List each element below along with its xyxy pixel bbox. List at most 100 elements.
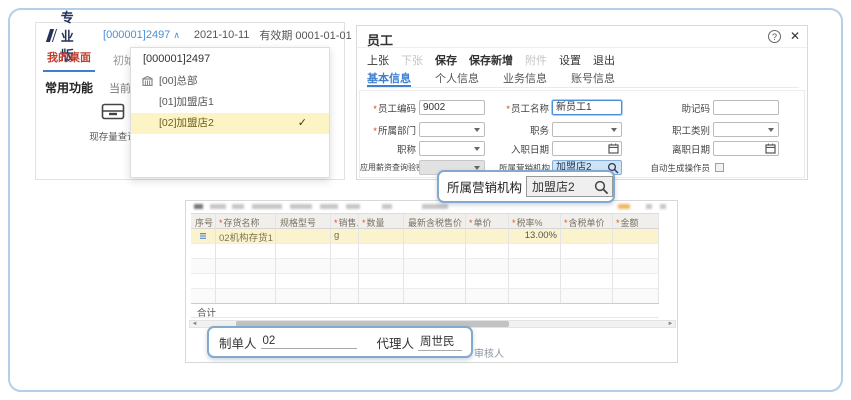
app-screenshot: 专业版 [000001]2497∧ 2021-10-11 有效期 0001-01…: [0, 0, 851, 400]
callout-agent-value[interactable]: 周世民: [418, 333, 462, 351]
building-icon: [142, 76, 153, 86]
chevron-down-icon: [474, 128, 480, 132]
org-dropdown-header: [000001]2497: [131, 48, 329, 71]
cell-unit-price[interactable]: [466, 229, 509, 244]
emp-name-input[interactable]: 新员工1: [552, 100, 622, 115]
cell-sales-unit[interactable]: g: [331, 229, 359, 244]
callout-agent-label: 代理人: [377, 333, 415, 352]
leave-date-label: 离职日期: [638, 142, 710, 156]
col-tax-rate: *税率%: [509, 214, 561, 229]
calendar-icon: [765, 143, 776, 154]
cell-tax-price[interactable]: [561, 229, 613, 244]
salary-query-label: 应用薪资查询验密: [360, 162, 416, 173]
chevron-down-icon: [611, 128, 617, 132]
col-qty: *数量: [359, 214, 404, 229]
mnemonic-label: 助记码: [638, 101, 710, 115]
employee-tabs: 基本信息 个人信息 业务信息 账号信息: [367, 70, 799, 88]
auto-operator-checkbox[interactable]: [715, 163, 724, 172]
auto-operator-label: 自动生成操作员: [638, 162, 710, 174]
zoom-callout-marketing-org: 所属营销机构 加盟店2: [437, 170, 615, 203]
employee-titlebar: 员工 ? ✕: [357, 26, 807, 48]
check-icon: ✓: [298, 113, 307, 134]
table-row[interactable]: [191, 274, 659, 289]
account-code: [000001]2497: [103, 29, 170, 41]
employee-window: 员工 ? ✕ 上张 下张 保存 保存新增 附件 设置 退出 基本信息 个人信息 …: [356, 25, 808, 180]
callout-maker-label: 制单人: [219, 333, 257, 352]
app-header: 专业版 [000001]2497∧ 2021-10-11 有效期 0001-01…: [36, 23, 344, 47]
settings-button[interactable]: 设置: [559, 52, 581, 68]
job-title-select[interactable]: [419, 141, 485, 156]
account-switcher[interactable]: [000001]2497∧: [103, 29, 180, 41]
tab-my-desktop[interactable]: 我的桌面: [43, 49, 95, 72]
total-row: 合计: [191, 303, 659, 318]
close-icon[interactable]: ✕: [790, 29, 800, 43]
col-amount: *金额: [613, 214, 659, 229]
table-row[interactable]: [191, 289, 659, 304]
calendar-icon: [608, 143, 619, 154]
cell-qty[interactable]: [359, 229, 404, 244]
table-row-selected[interactable]: ≣ 02机构存货1 g 13.00%: [191, 229, 659, 244]
hire-date-input[interactable]: [552, 141, 622, 156]
emp-name-label: *员工名称: [499, 101, 549, 115]
emp-type-label: 职工类别: [638, 123, 710, 137]
tab-personal-info[interactable]: 个人信息: [435, 70, 479, 87]
help-icon[interactable]: ?: [768, 30, 781, 43]
window-title: 员工: [367, 30, 393, 49]
exit-button[interactable]: 退出: [593, 52, 615, 68]
leave-date-input[interactable]: [713, 141, 779, 156]
col-sales-unit: *销售...: [331, 214, 359, 229]
mnemonic-input[interactable]: [713, 100, 779, 115]
col-unit-price: *单价: [466, 214, 509, 229]
items-table: 序号 *存货名称 规格型号 *销售... *数量 最新含税售价 *单价 *税率%…: [191, 213, 659, 304]
table-row[interactable]: [191, 259, 659, 274]
callout-maker-value[interactable]: 02: [261, 335, 357, 349]
login-date: 2021-10-11: [194, 29, 249, 41]
chevron-down-icon: [474, 147, 480, 151]
dept-label: *所属部门: [360, 123, 416, 137]
callout-org-input[interactable]: 加盟店2: [526, 176, 613, 197]
emp-type-select[interactable]: [713, 122, 779, 137]
row-marker-icon: ≣: [191, 229, 216, 244]
tab-account-info[interactable]: 账号信息: [571, 70, 615, 87]
org-dropdown-menu: [000001]2497 [00]总部 [01]加盟店1 [02]加盟店2 ✓: [130, 47, 330, 178]
scroll-left-icon[interactable]: ◄: [190, 321, 199, 327]
duty-label: 职务: [499, 123, 549, 137]
emp-code-label: *员工编码: [360, 101, 416, 115]
org-item-store2[interactable]: [02]加盟店2 ✓: [131, 113, 329, 134]
hire-date-label: 入职日期: [499, 142, 549, 156]
job-title-label: 职称: [360, 142, 416, 156]
tab-basic-info[interactable]: 基本信息: [367, 70, 411, 87]
chevron-down-icon: [768, 128, 774, 132]
cell-spec[interactable]: [276, 229, 331, 244]
org-item-headquarters[interactable]: [00]总部: [131, 71, 329, 92]
cell-item-name[interactable]: 02机构存货1: [216, 229, 276, 244]
col-spec: 规格型号: [276, 214, 331, 229]
prev-record-button[interactable]: 上张: [367, 52, 389, 68]
drawer-icon: [101, 103, 125, 120]
col-item-name: *存货名称: [216, 214, 276, 229]
cell-latest-price[interactable]: [404, 229, 466, 244]
table-row[interactable]: [191, 244, 659, 259]
validity-text: 有效期 0001-01-01: [259, 27, 351, 43]
save-button[interactable]: 保存: [435, 52, 457, 68]
scroll-right-icon[interactable]: ►: [666, 321, 675, 327]
caret-up-icon: ∧: [173, 30, 180, 40]
callout-org-label: 所属营销机构: [447, 177, 522, 196]
zoom-callout-footer: 制单人 02 代理人 周世民: [207, 326, 473, 358]
employee-toolbar: 上张 下张 保存 保存新增 附件 设置 退出: [367, 52, 615, 68]
common-functions-title: 常用功能: [45, 79, 93, 96]
next-record-button: 下张: [401, 52, 423, 68]
duty-select[interactable]: [552, 122, 622, 137]
save-and-new-button[interactable]: 保存新增: [469, 52, 513, 68]
toolbar-orange-icon: [618, 204, 630, 209]
auditor-label: 审核人: [474, 345, 504, 360]
org-item-store1[interactable]: [01]加盟店1: [131, 92, 329, 113]
emp-code-input[interactable]: 9002: [419, 100, 485, 115]
attachment-button: 附件: [525, 52, 547, 68]
cell-amount[interactable]: [613, 229, 659, 244]
col-tax-price: *含税单价: [561, 214, 613, 229]
cell-tax-rate[interactable]: 13.00%: [509, 229, 561, 244]
magnifier-icon[interactable]: [594, 180, 609, 195]
dept-select[interactable]: [419, 122, 485, 137]
tab-business-info[interactable]: 业务信息: [503, 70, 547, 87]
